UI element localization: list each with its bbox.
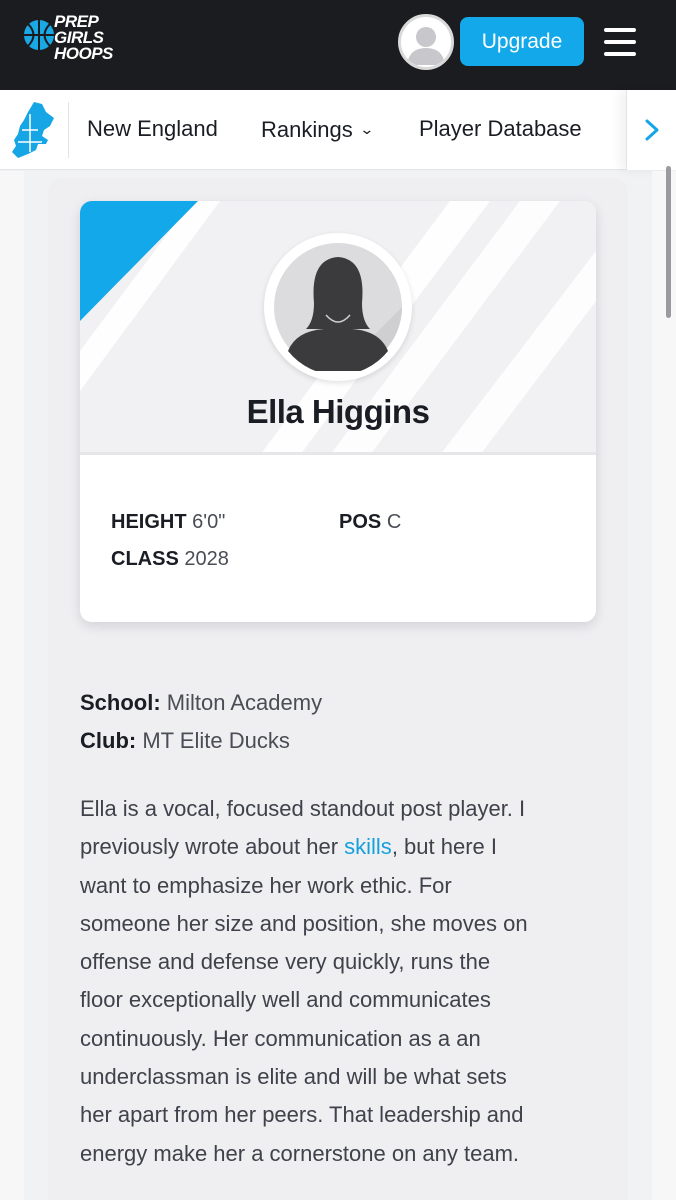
page-gutter-left [0,171,24,1200]
stat-height-value: 6'0" [192,511,226,533]
user-avatar-icon [407,27,445,65]
prep-girls-hoops-logo[interactable]: PREP GIRLS HOOPS [22,12,118,70]
scrollbar[interactable] [666,166,671,318]
chevron-down-icon: ⌄ [358,121,375,137]
logo-wordmark: PREP GIRLS HOOPS [54,12,113,63]
bio-line: continuously. Her communication as a an [80,1025,481,1051]
player-bio: Ella is a vocal, focused standout post p… [80,790,610,1173]
player-stats: HEIGHT 6'0" POS C CLASS 2028 [80,455,596,622]
hamburger-menu-icon[interactable] [604,28,636,56]
bio-text: , but here I [391,834,497,860]
bio-text: previously wrote about her [80,834,345,860]
stat-position: POS C [339,511,401,534]
stat-class-label: CLASS [111,548,179,570]
player-silhouette-icon [274,243,402,371]
stat-height: HEIGHT 6'0" [111,511,225,534]
bio-line: energy make her a cornerstone on any tea… [80,1140,520,1166]
nav-item-rankings-label: Rankings [261,117,353,142]
stat-class: CLASS 2028 [111,548,229,571]
chevron-right-icon [645,119,659,141]
stat-class-value: 2028 [184,548,229,570]
player-card-header: Ella Higgins [80,201,596,455]
club-value: MT Elite Ducks [142,728,290,753]
stat-position-label: POS [339,511,382,533]
bio-line: underclassman is elite and will be what … [80,1064,507,1090]
user-avatar-button[interactable] [398,14,454,70]
bio-line: someone her size and position, she moves… [80,910,528,936]
player-card: Ella Higgins HEIGHT 6'0" POS C CLASS 202… [80,201,596,622]
school-info: School: Milton Academy [80,690,322,716]
nav-item-new-england[interactable]: New England [87,90,218,170]
bio-line: floor exceptionally well and communicate… [80,987,491,1013]
school-label: School: [80,690,161,715]
bio-line: previously wrote about her skills, but h… [80,828,610,866]
bio-line: Ella is a vocal, focused standout post p… [80,796,526,821]
club-label: Club: [80,728,137,753]
bio-line: offense and defense very quickly, runs t… [80,949,491,975]
upgrade-button[interactable]: Upgrade [460,17,584,66]
section-nav: New England Rankings ⌄ Player Database [0,90,676,170]
bio-line: want to emphasize her work ethic. For [80,872,452,898]
skills-link[interactable]: skills [344,834,392,859]
player-photo [264,233,412,381]
nav-divider [68,102,69,158]
nav-item-player-database[interactable]: Player Database [419,90,582,170]
basketball-icon [24,20,54,50]
player-name: Ella Higgins [246,393,430,430]
top-header: PREP GIRLS HOOPS Upgrade [0,0,676,90]
page-gutter-right [652,171,676,1200]
stat-height-label: HEIGHT [111,511,187,533]
new-england-map-icon[interactable] [8,100,58,160]
club-info: Club: MT Elite Ducks [80,728,290,754]
school-value: Milton Academy [166,690,323,715]
nav-item-rankings[interactable]: Rankings ⌄ [261,90,375,170]
nav-scroll-next-button[interactable] [626,90,676,170]
bio-line: her apart from her peers. That leadershi… [80,1102,524,1128]
stat-position-value: C [386,511,402,533]
